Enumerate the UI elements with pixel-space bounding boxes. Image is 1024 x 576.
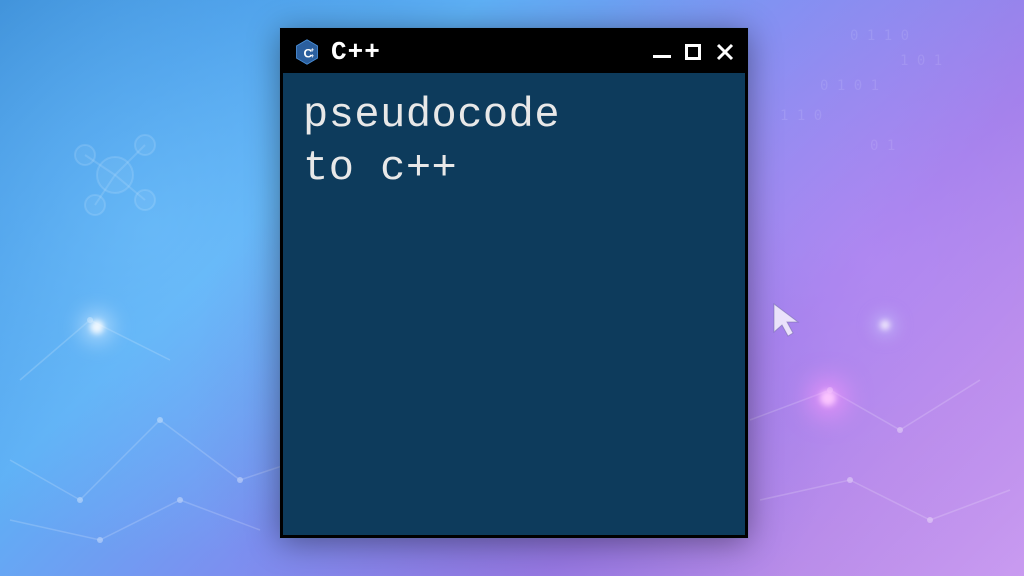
svg-text:0 1 1 0: 0 1 1 0: [850, 28, 909, 44]
cpp-icon: C + +: [293, 38, 321, 66]
terminal-content[interactable]: pseudocode to c++: [283, 73, 745, 535]
cursor-icon: [770, 300, 800, 340]
content-line-1: pseudocode: [303, 89, 725, 142]
svg-text:1 0 1: 1 0 1: [900, 53, 942, 69]
glow-dot: [820, 390, 836, 406]
minimize-icon: [653, 55, 671, 58]
maximize-icon: [685, 44, 701, 60]
maximize-button[interactable]: [685, 44, 701, 60]
content-line-2: to c++: [303, 142, 725, 195]
svg-text:+: +: [311, 53, 315, 60]
svg-text:1 1 0: 1 1 0: [780, 108, 822, 124]
glow-dot: [90, 320, 104, 334]
svg-text:0 1: 0 1: [870, 138, 895, 154]
window-title: C++: [331, 37, 653, 67]
close-button[interactable]: [715, 42, 735, 62]
app-window: C + + C++ pseudocode to c++: [280, 28, 748, 538]
minimize-button[interactable]: [653, 47, 671, 58]
glow-dot: [880, 320, 890, 330]
window-controls: [653, 42, 735, 62]
titlebar[interactable]: C + + C++: [283, 31, 745, 73]
close-icon: [715, 42, 735, 62]
svg-text:0 1 0 1: 0 1 0 1: [820, 78, 879, 94]
